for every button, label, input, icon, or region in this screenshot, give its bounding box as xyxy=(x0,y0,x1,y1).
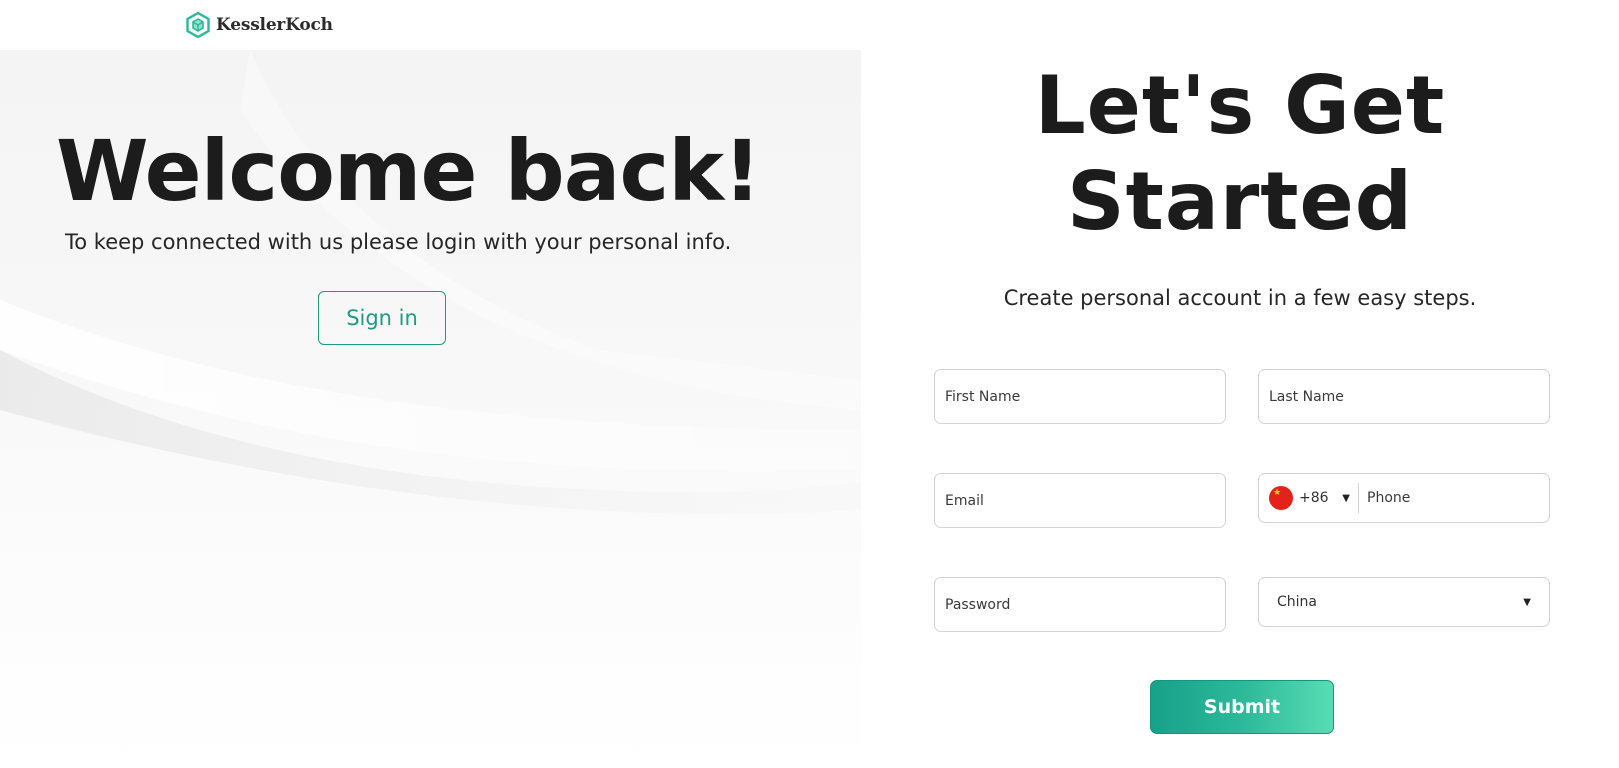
signup-subtitle: Create personal account in a few easy st… xyxy=(1003,286,1477,310)
signup-title: Let's Get Started xyxy=(861,58,1619,250)
password-input[interactable] xyxy=(935,578,1225,631)
country-code-selector[interactable]: ★ +86 ▼ xyxy=(1259,483,1359,513)
submit-button[interactable]: Submit xyxy=(1150,680,1334,734)
welcome-panel: Welcome back! To keep connected with us … xyxy=(0,50,861,768)
signup-title-line-2: Started xyxy=(1066,155,1414,248)
welcome-title: Welcome back! xyxy=(56,122,761,220)
china-flag-icon: ★ xyxy=(1269,486,1293,510)
first-name-input[interactable] xyxy=(935,370,1225,423)
last-name-input[interactable] xyxy=(1259,370,1549,423)
last-name-field xyxy=(1258,369,1550,424)
sign-in-button[interactable]: Sign in xyxy=(318,291,446,345)
country-select-value: China xyxy=(1277,594,1317,610)
signup-title-line-1: Let's Get xyxy=(1034,59,1446,152)
phone-field: ★ +86 ▼ xyxy=(1258,473,1550,523)
dial-code: +86 xyxy=(1299,490,1329,506)
hexagon-cube-logo-icon xyxy=(186,12,210,38)
phone-input[interactable] xyxy=(1359,474,1549,522)
welcome-subtitle: To keep connected with us please login w… xyxy=(65,230,732,254)
brand-logo[interactable]: KesslerKoch xyxy=(186,12,333,38)
country-select[interactable]: China ▼ xyxy=(1258,577,1550,627)
caret-down-icon: ▼ xyxy=(1342,492,1350,504)
signup-panel: Let's Get Started Create personal accoun… xyxy=(861,50,1619,768)
brand-name: KesslerKoch xyxy=(216,15,333,35)
first-name-field xyxy=(934,369,1226,424)
email-input[interactable] xyxy=(935,474,1225,527)
signup-page: KesslerKoch Welcome back! To keep connec… xyxy=(0,0,1619,768)
top-header: KesslerKoch xyxy=(0,0,1619,50)
email-field xyxy=(934,473,1226,528)
caret-down-icon: ▼ xyxy=(1523,596,1531,608)
password-field xyxy=(934,577,1226,632)
